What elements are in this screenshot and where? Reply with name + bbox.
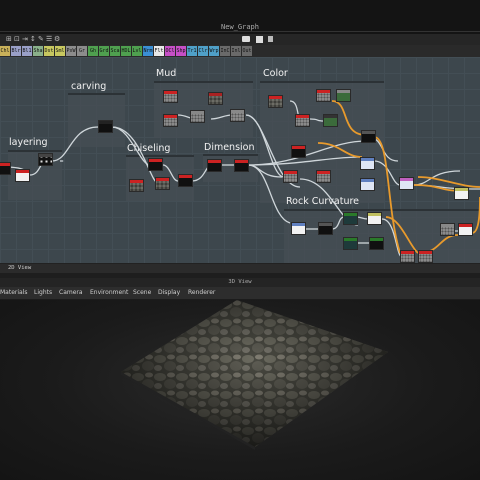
graph-node[interactable]: [399, 177, 414, 190]
comment-icon[interactable]: [242, 36, 250, 42]
graph-node[interactable]: [230, 109, 245, 122]
filter-chip-dst[interactable]: Dst: [44, 46, 54, 56]
viewer-menu-bar: Materials Lights Camera Environment Scen…: [0, 287, 480, 300]
title-divider: [0, 31, 480, 32]
viewer-title-bar: 3D View: [0, 278, 480, 287]
group-tool-icon[interactable]: ⊡: [14, 35, 20, 43]
menu-camera[interactable]: Camera: [59, 289, 83, 296]
settings-icon[interactable]: ⚙: [54, 35, 60, 43]
filter-chip-chl[interactable]: Chl: [0, 46, 10, 56]
graph-node[interactable]: [418, 250, 433, 263]
title-bar: New_Graph: [0, 0, 480, 34]
filter-chip-gr[interactable]: Gr: [77, 46, 87, 56]
filter-chip-inc[interactable]: InC: [220, 46, 230, 56]
frame-add-icon[interactable]: [268, 36, 273, 42]
graph-node[interactable]: [295, 114, 310, 127]
graph-node[interactable]: [458, 223, 473, 236]
window-title: New_Graph: [221, 23, 259, 31]
filter-chip-hdl[interactable]: HDL: [121, 46, 131, 56]
node-filter-bar: Chl Blr Bl1 Sha Dst Sml PxW Gr Gh Grd Sca HDL Lvl Nrm…: [0, 45, 480, 57]
menu-renderer[interactable]: Renderer: [188, 289, 215, 296]
filter-chip-pxw[interactable]: PxW: [66, 46, 76, 56]
graph-node[interactable]: [129, 179, 144, 192]
graph-node[interactable]: [360, 157, 375, 170]
graph-node[interactable]: [343, 237, 358, 250]
graph-node[interactable]: [178, 174, 193, 187]
filter-chip-ocl[interactable]: OCl: [165, 46, 175, 56]
filter-chip-clr[interactable]: Clr: [198, 46, 208, 56]
menu-icon[interactable]: ☰: [46, 35, 52, 43]
filter-chip-out[interactable]: Out: [242, 46, 252, 56]
graph-node[interactable]: [208, 92, 223, 105]
graph-toolbar: ⊞ ⊡ ⇥ ↕ ✎ ☰ ⚙: [0, 34, 480, 45]
align-tool-icon[interactable]: ⇥: [22, 35, 28, 43]
viewer-title: 3D View: [228, 279, 252, 285]
filter-chip-blr[interactable]: Blr: [11, 46, 21, 56]
filter-chip-bl1[interactable]: Bl1: [22, 46, 32, 56]
filter-chip-shp[interactable]: Shp: [176, 46, 186, 56]
graph-node[interactable]: [360, 178, 375, 191]
graph-node[interactable]: [400, 250, 415, 263]
graph-node[interactable]: [440, 223, 455, 236]
filter-chip-sca[interactable]: Sca: [110, 46, 120, 56]
graph-node[interactable]: [361, 130, 376, 143]
graph-node[interactable]: [369, 237, 384, 250]
filter-chip-inl[interactable]: Inl: [231, 46, 241, 56]
graph-node[interactable]: [367, 212, 382, 225]
filter-chip-flt[interactable]: Flt: [154, 46, 164, 56]
graph-node[interactable]: [318, 222, 333, 235]
graph-node[interactable]: [343, 212, 358, 225]
filter-chip-grd[interactable]: Grd: [99, 46, 109, 56]
graph-canvas[interactable]: layering carving Mud Color Chiseling Dim…: [0, 57, 480, 263]
frame-tool-icon[interactable]: ⊞: [6, 35, 12, 43]
3d-viewport[interactable]: [0, 300, 480, 480]
filter-chip-lvl[interactable]: Lvl: [132, 46, 142, 56]
graph-node[interactable]: [163, 90, 178, 103]
graph-node[interactable]: [38, 153, 53, 166]
graph-node[interactable]: [163, 114, 178, 127]
graph-node[interactable]: [207, 159, 222, 172]
menu-environment[interactable]: Environment: [90, 289, 128, 296]
graph-node[interactable]: [316, 89, 331, 102]
graph-node[interactable]: [155, 177, 170, 190]
graph-node[interactable]: [336, 89, 351, 102]
graph-node[interactable]: [454, 187, 469, 200]
graph-node[interactable]: [190, 110, 205, 123]
material-preview-plane: [121, 300, 388, 450]
filter-chip-sml[interactable]: Sml: [55, 46, 65, 56]
menu-materials[interactable]: Materials: [0, 289, 28, 296]
graph-node[interactable]: [98, 120, 113, 133]
filter-chip-nrm[interactable]: Nrm: [143, 46, 153, 56]
graph-node[interactable]: [268, 95, 283, 108]
menu-lights[interactable]: Lights: [34, 289, 52, 296]
paint-tool-icon[interactable]: ✎: [38, 35, 44, 43]
graph-node[interactable]: [283, 170, 298, 183]
tab-2d-view[interactable]: 2D View: [8, 265, 31, 271]
filter-chip-wrp[interactable]: Wrp: [209, 46, 219, 56]
menu-scene[interactable]: Scene: [133, 289, 151, 296]
graph-node[interactable]: [323, 114, 338, 127]
menu-display[interactable]: Display: [158, 289, 180, 296]
filter-chip-sha[interactable]: Sha: [33, 46, 43, 56]
filter-chip-gh[interactable]: Gh: [88, 46, 98, 56]
graph-node[interactable]: [234, 159, 249, 172]
distribute-tool-icon[interactable]: ↕: [30, 35, 36, 43]
graph-node[interactable]: [0, 162, 11, 175]
graph-node[interactable]: [291, 222, 306, 235]
graph-node[interactable]: [148, 158, 163, 171]
graph-node[interactable]: [291, 145, 306, 158]
graph-node[interactable]: [316, 170, 331, 183]
pin-icon[interactable]: [256, 36, 263, 43]
filter-chip-tr1[interactable]: Tr1: [187, 46, 197, 56]
graph-node[interactable]: [15, 169, 30, 182]
